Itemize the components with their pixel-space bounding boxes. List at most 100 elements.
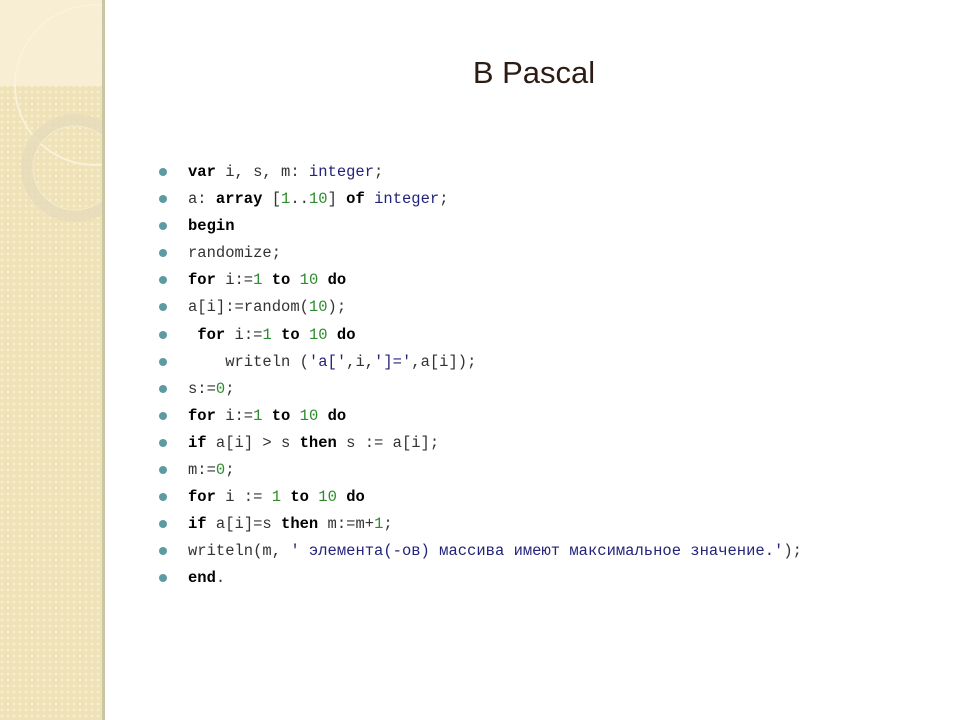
code-string: 'a[' (308, 352, 347, 371)
code-keyword: begin (188, 217, 235, 236)
code-text: writeln(m, (188, 542, 291, 561)
code-line: a: array [1..10] of integer; (158, 186, 802, 213)
code-number: 1 (271, 488, 282, 507)
code-line: a[i]:=random(10); (158, 294, 802, 321)
code-keyword: do (327, 271, 347, 290)
code-type: integer (308, 163, 375, 181)
code-text: ] (327, 190, 347, 209)
code-text: [ (262, 190, 282, 209)
code-line: writeln ('a[',i,']=',a[i]); (158, 349, 802, 376)
code-text: ,i, (346, 352, 375, 371)
code-keyword: to (290, 488, 309, 507)
code-type: integer (374, 190, 440, 209)
code-keyword: array (215, 190, 263, 209)
code-keyword: then (281, 515, 319, 534)
code-text: i := (215, 488, 272, 507)
code-line: var i, s, m: integer; (158, 159, 802, 186)
code-number: 0 (215, 379, 226, 398)
code-keyword: of (346, 190, 365, 209)
code-string: ']=' (374, 352, 412, 371)
code-line: writeln(m, ' элемента(-ов) массива имеют… (158, 538, 802, 565)
code-line: s:=0; (158, 376, 802, 403)
decorative-circles (14, 4, 102, 222)
code-number: 1 (262, 325, 272, 344)
code-text: a: (188, 190, 216, 209)
code-keyword: for (188, 488, 216, 507)
code-keyword: end (188, 569, 216, 588)
code-text: ; (225, 379, 235, 398)
code-text: randomize; (188, 244, 282, 263)
code-text: ; (225, 461, 235, 480)
code-number: 10 (299, 271, 319, 290)
code-text: ,a[i]); (411, 352, 477, 371)
code-text: .. (290, 190, 309, 209)
code-bullet-list: var i, s, m: integer; a: array [1..10] of… (158, 159, 802, 593)
code-line: for i:=1 to 10 do (158, 403, 802, 430)
code-number: 10 (308, 325, 328, 344)
code-text: ; (383, 515, 393, 534)
code-number: 1 (374, 515, 384, 534)
code-text: a[i]:=random( (188, 298, 309, 317)
code-text: . (215, 569, 226, 588)
code-line: if a[i] > s then s := a[i]; (158, 430, 802, 457)
code-keyword: to (271, 406, 291, 425)
code-text: s:= (188, 379, 216, 398)
code-number: 1 (281, 190, 291, 209)
ring-circle (21, 114, 102, 222)
code-line: for i:=1 to 10 do (158, 267, 802, 294)
code-number: 10 (299, 406, 319, 425)
code-keyword: if (188, 433, 207, 452)
decorative-sidebar (0, 0, 105, 720)
code-line: for i := 1 to 10 do (158, 484, 802, 511)
code-text: ; (439, 190, 449, 209)
code-text: m:=m+ (318, 515, 375, 534)
code-line: if a[i]=s then m:=m+1; (158, 511, 802, 538)
code-text: i, s, m: (215, 163, 309, 181)
code-keyword: for (188, 406, 216, 425)
code-number: 10 (308, 190, 328, 209)
code-keyword: then (299, 433, 337, 452)
code-keyword: to (281, 325, 300, 344)
code-line: m:=0; (158, 457, 802, 484)
code-number: 10 (318, 488, 337, 507)
code-text: i:= (215, 406, 254, 425)
code-keyword: do (327, 406, 347, 425)
code-text: i:= (215, 271, 254, 290)
code-text: ); (783, 542, 802, 561)
code-text: ); (327, 298, 347, 317)
code-text: m:= (188, 461, 216, 480)
slide-title: В Pascal (472, 55, 596, 90)
code-keyword: var (188, 163, 216, 181)
code-text: a[i] > s (206, 433, 300, 452)
code-keyword: to (271, 271, 291, 290)
code-text: a[i]=s (206, 515, 282, 534)
code-text: s := a[i]; (336, 433, 440, 452)
code-keyword: for (188, 271, 216, 290)
code-keyword: for (197, 325, 226, 344)
code-text: writeln ( (188, 352, 309, 371)
code-number: 10 (308, 298, 328, 317)
code-line: begin (158, 213, 802, 240)
code-line: randomize; (158, 240, 802, 267)
code-line: end. (158, 565, 802, 592)
code-string: ' элемента(-ов) массива имеют максимальн… (290, 542, 784, 561)
code-keyword: do (346, 488, 365, 507)
code-text: ; (374, 163, 384, 181)
code-line: for i:=1 to 10 do (158, 322, 802, 349)
code-keyword: do (336, 325, 356, 344)
code-keyword: if (188, 515, 207, 534)
